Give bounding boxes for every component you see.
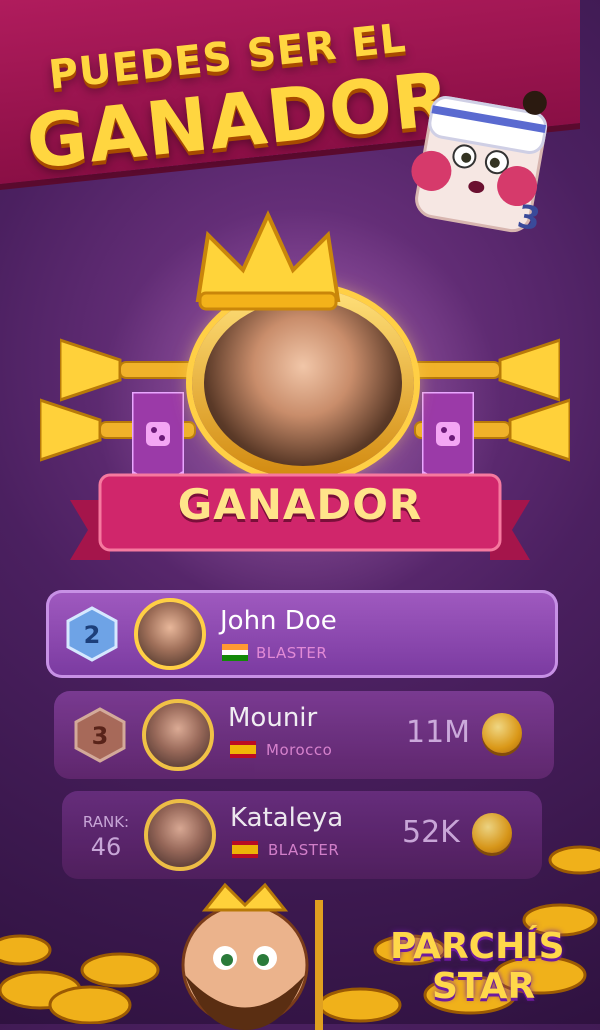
game-logo-line-1: PARCHÍS [390,926,565,967]
coin-icon [482,713,522,753]
winner-avatar [192,288,414,478]
dice-mascot: 3 [411,90,548,238]
player-name: John Doe [220,606,337,636]
game-logo-line-2: STAR [432,966,536,1007]
rank-badge-icon: 2 [66,606,118,662]
leaderboard-row-highlight[interactable]: 2 John Doe BLASTER [46,590,558,678]
avatar [142,699,214,771]
winner-label: GANADOR [177,480,423,529]
player-tag: BLASTER [256,644,328,662]
player-score: 11M [406,715,471,750]
rank-badge-icon: 3 [74,707,126,763]
player-tag: Morocco [266,741,333,759]
crown-icon [195,210,341,311]
svg-text:2: 2 [84,621,101,649]
india-flag-icon [222,644,248,661]
spain-flag-icon [230,741,256,758]
player-name: Mounir [228,703,318,733]
avatar [134,598,206,670]
winner-photo [204,300,402,466]
pirate-mascot [181,882,323,1030]
svg-text:3: 3 [92,722,109,750]
leaderboard-row[interactable]: 3 Mounir Morocco 11M [54,691,554,779]
